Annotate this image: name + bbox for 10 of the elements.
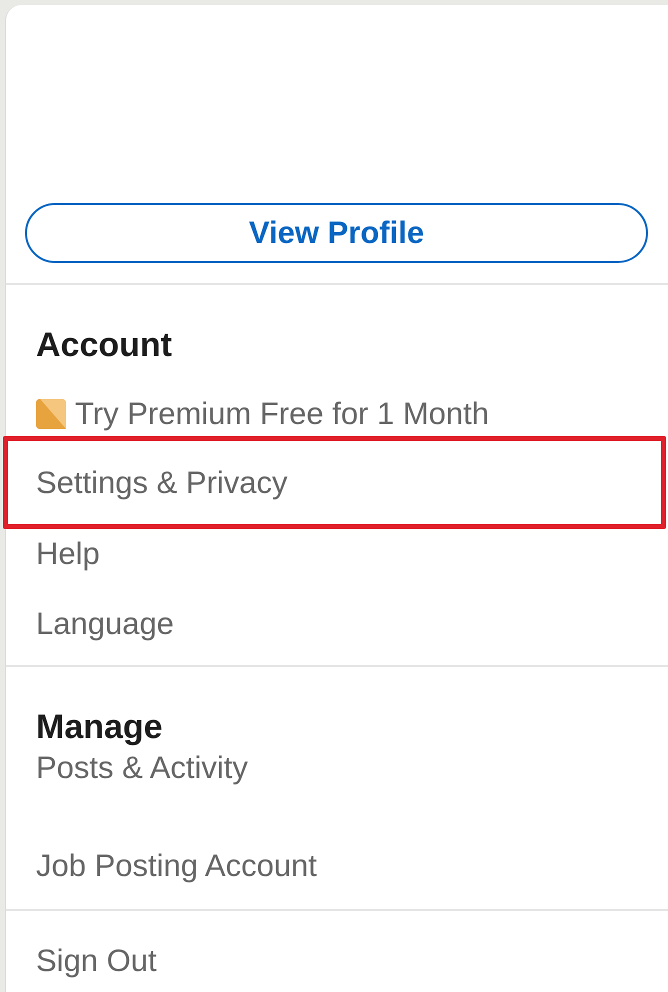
view-profile-button[interactable]: View Profile [25,203,648,263]
premium-icon [36,399,66,429]
section-heading: Account [35,325,173,366]
menu-item[interactable]: Language [6,589,668,659]
sign-out-item[interactable]: Sign Out [6,931,668,991]
menu-item[interactable]: Job Posting Account [6,843,668,889]
menu-item-label: Try Premium Free for 1 Month [75,396,490,432]
menu-item[interactable]: Settings & Privacy [3,436,666,529]
menu-item[interactable]: Posts & Activity [6,745,668,791]
section-heading: Manage [35,707,164,745]
